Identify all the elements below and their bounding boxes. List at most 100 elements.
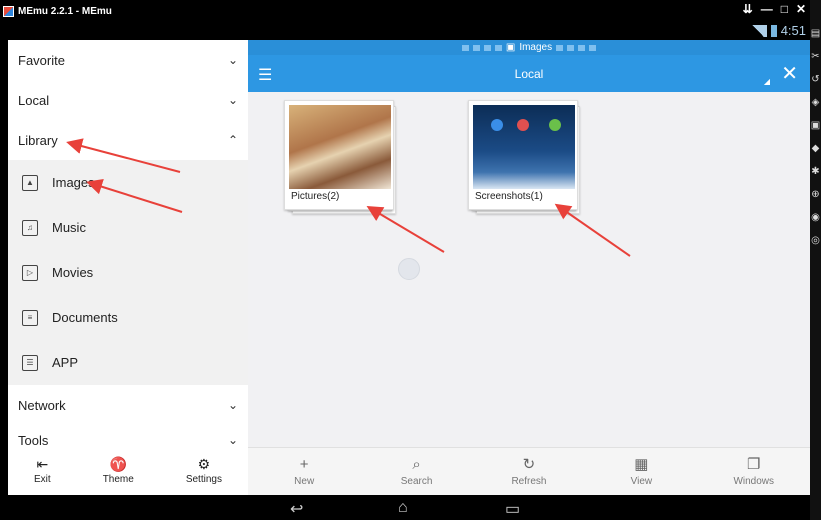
- dropdown-triangle-icon[interactable]: ◢: [764, 77, 770, 86]
- window-controls: ⇊ — □ ✕: [743, 2, 806, 16]
- folder-pictures[interactable]: Pictures(2): [284, 100, 396, 214]
- close-icon[interactable]: ✕: [781, 61, 798, 86]
- chevron-down-icon: ⌄: [227, 433, 238, 447]
- shake-icon[interactable]: ◈: [812, 97, 820, 108]
- title-bar: MEmu 2.2.1 - MEmu ⇊ — □ ✕: [0, 0, 810, 22]
- minimize-button[interactable]: —: [761, 2, 773, 16]
- close-window-button[interactable]: ✕: [796, 2, 806, 16]
- folder-thumbnail: [473, 105, 575, 189]
- drawer-section-network[interactable]: Network ⌄: [8, 385, 248, 425]
- gear-tool-icon[interactable]: ✱: [811, 166, 819, 177]
- theme-label: Theme: [102, 474, 134, 485]
- windows-button[interactable]: ❐ Windows: [719, 457, 789, 487]
- library-item-label: Music: [52, 220, 86, 235]
- menu-icon[interactable]: ☰: [258, 65, 272, 85]
- theme-button[interactable]: ♈ Theme: [103, 457, 134, 485]
- memu-logo-icon: [3, 5, 14, 17]
- drawer-section-favorite[interactable]: Favorite ⌄: [8, 40, 248, 80]
- clock: 4:51: [780, 23, 806, 38]
- library-item-label: APP: [52, 355, 79, 370]
- chevron-down-icon: ⌄: [227, 398, 238, 412]
- folder-label: Pictures(2): [289, 190, 391, 203]
- drawer-section-library[interactable]: Library ⌃: [8, 120, 248, 160]
- drawer-bottom-bar: ⇤ Exit ♈ Theme ⚙ Settings: [8, 447, 248, 495]
- image-icon: ▲: [22, 174, 38, 191]
- recents-icon[interactable]: ▭: [505, 499, 520, 519]
- image-tool-icon[interactable]: ▣: [811, 120, 820, 131]
- new-button[interactable]: + New: [269, 457, 339, 487]
- android-status-bar: 4:51: [0, 22, 810, 40]
- chevron-down-icon: ⌄: [227, 53, 238, 67]
- library-item-app[interactable]: ☰ APP: [8, 340, 248, 385]
- library-list: ▲ Images ♫ Music ▷ Movies ≡ Documents ☰ …: [8, 160, 248, 385]
- library-item-images[interactable]: ▲ Images: [8, 160, 248, 205]
- settings-button[interactable]: ⚙ Settings: [186, 457, 222, 485]
- exit-icon: ⇤: [36, 456, 49, 472]
- shirt-icon: ♈: [109, 456, 127, 472]
- library-item-label: Documents: [52, 310, 118, 325]
- new-label: New: [294, 475, 315, 487]
- window-title: MEmu 2.2.1 - MEmu: [18, 5, 112, 17]
- path-images-icon: ▣: [505, 42, 516, 53]
- plus-icon: +: [299, 455, 309, 473]
- section-label: Favorite: [18, 52, 65, 68]
- settings-label: Settings: [185, 474, 222, 485]
- maximize-button[interactable]: □: [781, 2, 788, 16]
- windows-label: Windows: [733, 475, 775, 487]
- location-icon[interactable]: ⊕: [811, 189, 819, 200]
- path-label[interactable]: Images: [519, 42, 552, 53]
- apk-icon[interactable]: ◆: [812, 143, 820, 154]
- chevron-up-icon: ⌃: [227, 133, 238, 147]
- library-item-label: Movies: [52, 265, 94, 280]
- signal-icon: [748, 24, 767, 37]
- document-icon: ≡: [22, 309, 38, 326]
- loading-spinner: [398, 258, 420, 280]
- library-item-label: Images: [52, 175, 95, 190]
- app-icon: ☰: [22, 354, 38, 371]
- back-icon[interactable]: ↩: [290, 499, 303, 519]
- home-icon[interactable]: ⌂: [398, 499, 408, 517]
- search-icon: ⌕: [412, 455, 421, 473]
- music-icon: ♫: [22, 219, 38, 236]
- folder-label: Screenshots(1): [473, 190, 575, 203]
- bottom-toolbar: + New ⌕ Search ↻ Refresh ▦ View ❐ Window…: [248, 447, 810, 495]
- pin-button[interactable]: ⇊: [743, 2, 753, 16]
- emulator-window: MEmu 2.2.1 - MEmu ⇊ — □ ✕ 4:51 ▤ ✂ ↺ ◈ ▣…: [0, 0, 821, 520]
- movie-icon: ▷: [22, 264, 38, 281]
- path-bar: ▣ Images: [248, 40, 810, 55]
- grid-icon: ▦: [634, 455, 649, 473]
- file-browser-panel: ▣ Images ☰ Local ◢ ✕ Pictures(2) Screens…: [248, 40, 810, 495]
- search-label: Search: [400, 475, 433, 487]
- library-item-documents[interactable]: ≡ Documents: [8, 295, 248, 340]
- refresh-icon: ↻: [522, 455, 536, 473]
- drawer-section-local[interactable]: Local ⌄: [8, 80, 248, 120]
- gear-icon: ⚙: [197, 456, 211, 472]
- section-label: Network: [18, 397, 66, 413]
- refresh-label: Refresh: [511, 475, 547, 487]
- search-button[interactable]: ⌕ Search: [382, 457, 452, 487]
- library-item-music[interactable]: ♫ Music: [8, 205, 248, 250]
- app-bar: ☰ Local ◢ ✕: [248, 55, 810, 92]
- battery-icon: [770, 24, 777, 37]
- rotate-icon[interactable]: ↺: [811, 74, 819, 85]
- folder-thumbnail: [289, 105, 391, 189]
- android-nav-bar: ↩ ⌂ ▭: [0, 495, 810, 520]
- page-title: Local: [514, 66, 544, 81]
- volume-up-icon[interactable]: ◉: [811, 212, 820, 223]
- chevron-down-icon: ⌄: [227, 93, 238, 107]
- exit-button[interactable]: ⇤ Exit: [34, 457, 51, 485]
- tool-icon[interactable]: ▤: [811, 28, 820, 39]
- refresh-button[interactable]: ↻ Refresh: [494, 457, 564, 487]
- volume-down-icon[interactable]: ◎: [811, 235, 820, 246]
- library-item-movies[interactable]: ▷ Movies: [8, 250, 248, 295]
- navigation-drawer: Favorite ⌄ Local ⌄ Library ⌃ ▲ Images ♫ …: [8, 40, 248, 495]
- scissors-icon[interactable]: ✂: [811, 51, 819, 62]
- section-label: Library: [18, 132, 58, 148]
- exit-label: Exit: [34, 474, 51, 485]
- view-label: View: [630, 475, 653, 487]
- section-label: Local: [18, 92, 50, 108]
- folder-screenshots[interactable]: Screenshots(1): [468, 100, 580, 214]
- windows-icon: ❐: [747, 455, 761, 473]
- view-button[interactable]: ▦ View: [606, 457, 676, 487]
- emulator-sidebar: ▤ ✂ ↺ ◈ ▣ ◆ ✱ ⊕ ◉ ◎: [810, 0, 821, 520]
